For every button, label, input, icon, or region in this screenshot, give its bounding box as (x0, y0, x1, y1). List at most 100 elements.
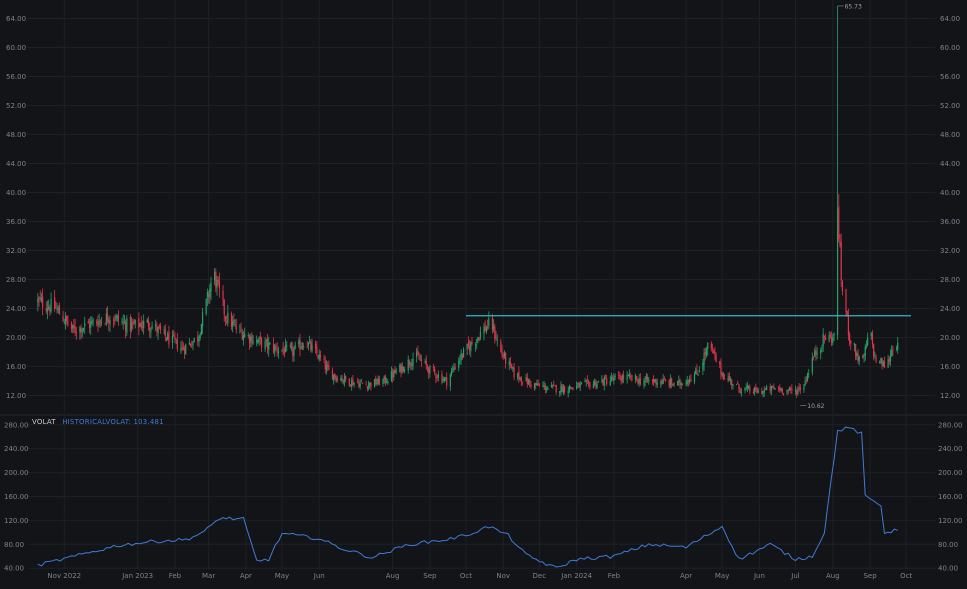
candle-body (248, 336, 251, 343)
candle-body (342, 380, 344, 382)
candle-body (293, 349, 295, 356)
candle-body (129, 316, 132, 332)
x-tick-label: May (275, 572, 289, 580)
candle-body (634, 375, 637, 380)
candle-body (99, 320, 101, 322)
candle-body (520, 378, 522, 383)
candle-body (493, 325, 495, 330)
candle-body (855, 344, 857, 356)
candle-body (738, 384, 740, 389)
price-tick-label-right: 56.00 (940, 73, 960, 81)
candle-body (126, 318, 128, 334)
x-tick-label: Jun (753, 572, 765, 580)
candle-body (601, 380, 603, 382)
candle-body (75, 332, 77, 334)
candle-body (226, 321, 228, 323)
price-tick-label-right: 64.00 (940, 15, 960, 23)
candle-body (474, 344, 477, 346)
candle-body (132, 321, 134, 324)
candle-body (639, 378, 641, 385)
candle-body (286, 345, 288, 347)
candle-body (108, 319, 110, 323)
candle-body (693, 374, 696, 383)
candle-body (426, 366, 429, 369)
candle-body (698, 370, 700, 373)
price-tick-label-right: 36.00 (940, 218, 960, 226)
candle-body (849, 334, 851, 343)
price-tick-label-right: 40.00 (940, 189, 960, 197)
candle-body (545, 389, 548, 390)
candle-body (164, 329, 166, 337)
volat-tick-label-right: 160.00 (938, 493, 963, 501)
candle-body (798, 387, 800, 389)
candle-body (81, 329, 83, 332)
x-tick-label: Sep (863, 572, 877, 580)
candle-body (508, 361, 510, 365)
candle-body (328, 365, 330, 371)
candle-body (175, 338, 177, 340)
candle-body (96, 321, 98, 324)
candle-body (252, 341, 254, 343)
candle-body (182, 347, 184, 350)
candle-body (535, 383, 537, 386)
candle-body (550, 385, 552, 387)
candle-body (567, 390, 569, 394)
candle-body (778, 387, 780, 389)
candle-body (411, 364, 413, 367)
candle-body (460, 353, 462, 360)
price-tick-label-left: 56.00 (6, 73, 26, 81)
candle-body (816, 353, 818, 355)
candle-body (79, 326, 81, 333)
candle-body (865, 345, 868, 347)
candle-body (317, 355, 319, 359)
candle-body (881, 358, 883, 367)
candle-body (723, 378, 726, 380)
candle-body (609, 380, 611, 386)
candle-body (334, 373, 336, 378)
candle-body (822, 333, 824, 347)
candle-body (461, 353, 463, 358)
candle-body (521, 381, 524, 383)
candle-body (171, 335, 174, 343)
candle-body (294, 345, 296, 349)
candle-body (122, 321, 124, 323)
candle-body (761, 390, 763, 395)
candle-body (156, 326, 158, 333)
candle-body (345, 375, 347, 380)
candle-body (205, 298, 207, 314)
candle-body (333, 374, 335, 381)
candle-body (732, 384, 734, 387)
candle-body (441, 373, 443, 383)
candle-body (395, 371, 397, 373)
candle-body (404, 369, 406, 372)
candle-body (73, 325, 75, 328)
candle-body (442, 379, 444, 381)
candle-body (824, 337, 827, 341)
candle-body (592, 383, 595, 389)
price-tick-label-right: 48.00 (940, 131, 960, 139)
price-tick-label-left: 64.00 (6, 15, 26, 23)
candle-body (268, 342, 270, 351)
volat-tick-label-left: 280.00 (4, 421, 29, 429)
candle-body (392, 372, 394, 378)
candle-body (864, 346, 866, 357)
candle-body (857, 353, 859, 362)
candle-body (174, 336, 176, 340)
candle-body (133, 322, 135, 325)
candle-body (762, 391, 764, 394)
candle-body (858, 356, 860, 361)
candle-body (247, 335, 249, 336)
candle-body (727, 377, 729, 381)
price-tick-label-right: 52.00 (940, 102, 960, 110)
price-tick-label-right: 60.00 (940, 44, 960, 52)
chart-canvas: 65.73 10.62 12.00 12.00 16.00 16.00 20.00 20.0… (0, 0, 967, 585)
candle-body (383, 376, 385, 381)
candle-body (863, 356, 865, 358)
candle-body (382, 379, 384, 384)
candle-body (875, 357, 877, 363)
candle-body (563, 385, 566, 393)
candle-body (428, 367, 430, 374)
candle-body (846, 310, 848, 315)
candle-body (58, 306, 61, 315)
candle-body (882, 360, 884, 367)
